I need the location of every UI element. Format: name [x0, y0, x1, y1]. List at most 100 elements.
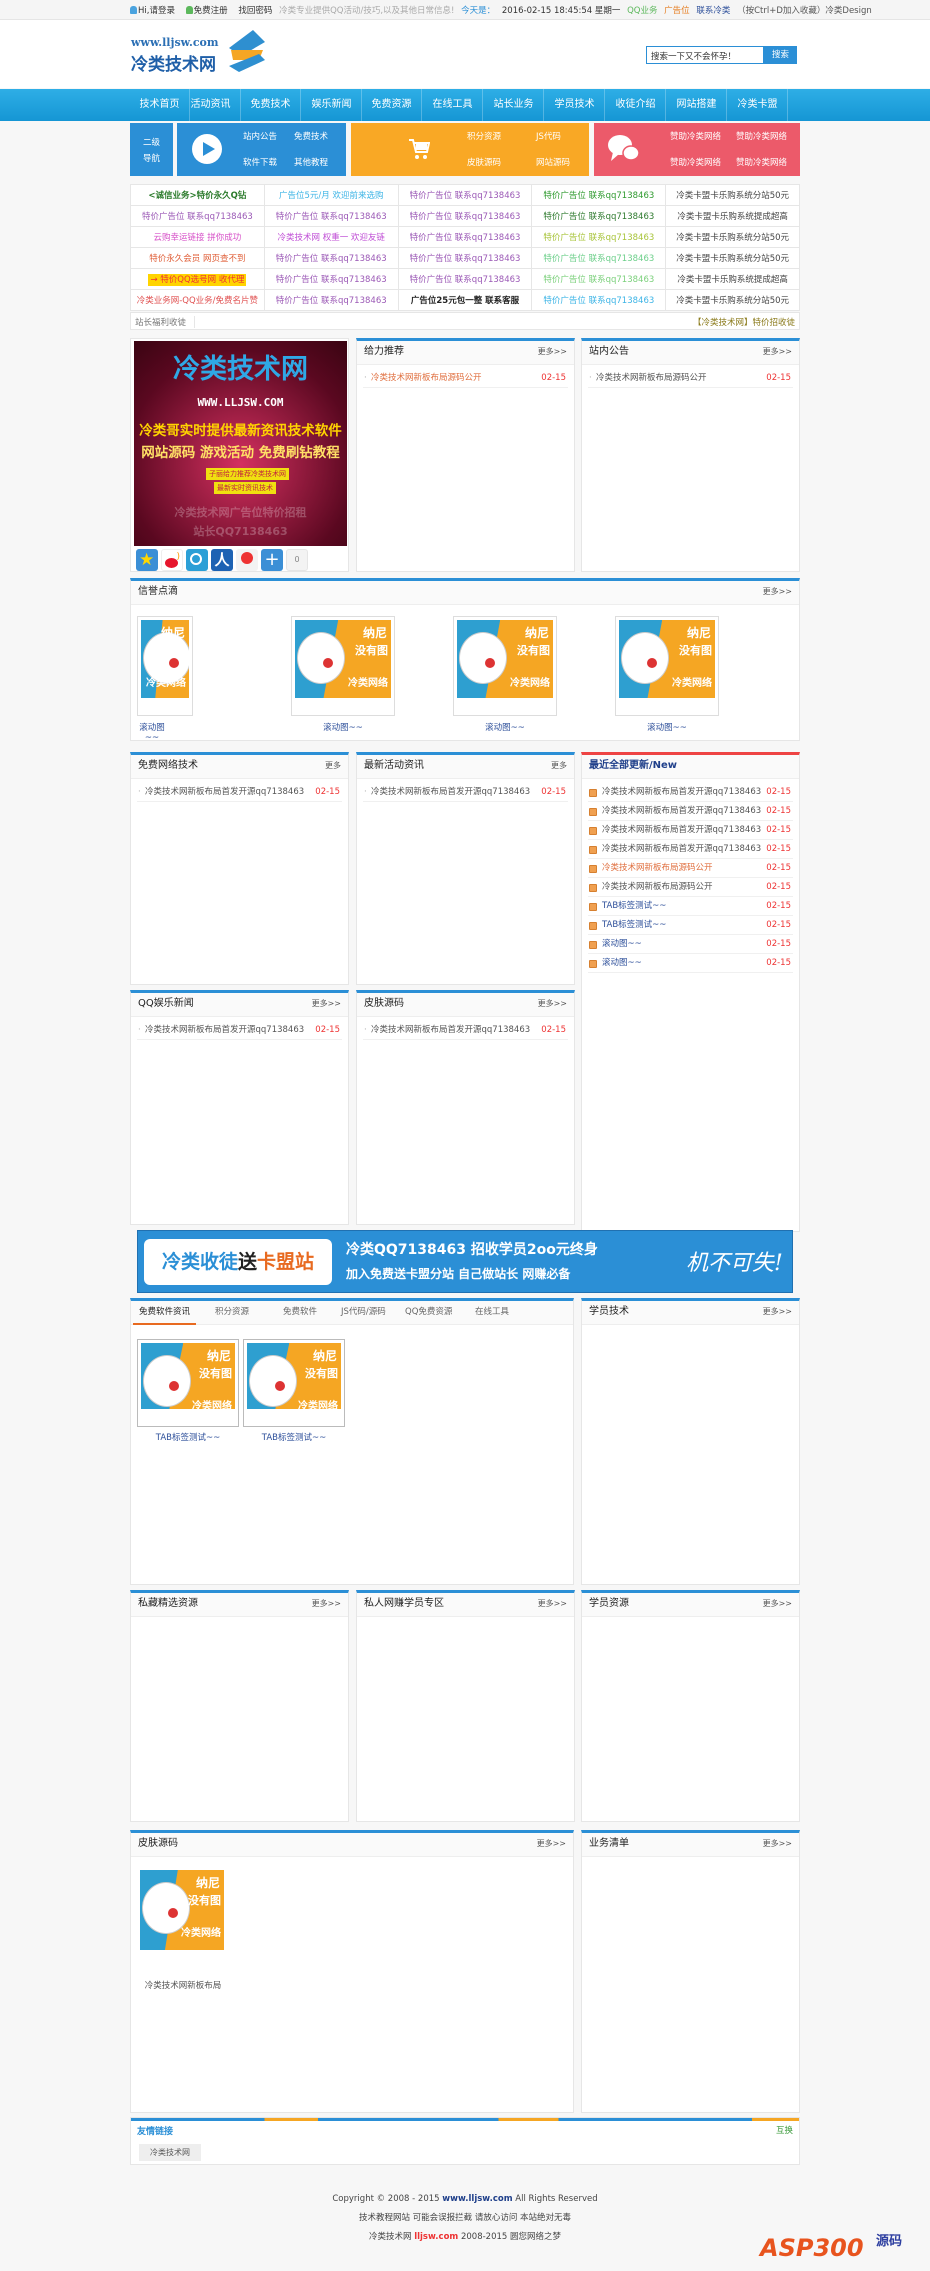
nav-item[interactable]: 活动资讯 [181, 89, 241, 121]
ad-link[interactable]: 云购幸运链接 拼你成功 [130, 226, 265, 248]
nav-item[interactable]: 免费资源 [362, 89, 422, 121]
list-item[interactable]: · 冷类技术网新板布局首发开源qq7138463 02-15 [137, 783, 342, 802]
ad-link[interactable]: 特价广告位 联系qq7138463 [531, 247, 667, 269]
thumbnail-caption[interactable]: 滚动图~~ [453, 721, 557, 733]
more-link[interactable]: 更多>> [763, 1593, 792, 1615]
subnav-link[interactable]: 积分资源 [467, 130, 501, 142]
webmaster-welfare[interactable]: 站长福利收徒 [135, 316, 196, 328]
nav-item[interactable]: 免费技术 [241, 89, 301, 121]
tencent-weibo-icon[interactable] [186, 549, 208, 571]
tab-2[interactable]: 免费软件 [277, 1301, 323, 1323]
nav-item[interactable]: 冷类卡盟 [728, 89, 788, 121]
friend-link-item[interactable]: 冷类技术网 [139, 2144, 201, 2161]
subnav-link[interactable]: 其他教程 [294, 156, 328, 168]
ad-slot-link[interactable]: 广告位 [664, 6, 690, 16]
list-item[interactable]: 冷类技术网新板布局首发开源qq7138463 02-15 [588, 840, 793, 859]
ad-link[interactable]: 特价广告位 联系qq7138463 [263, 205, 399, 227]
qq-business-link[interactable]: QQ业务 [627, 6, 657, 16]
ad-link[interactable]: <诚信业务>特价永久Q钻 [130, 184, 265, 206]
login-link[interactable]: Hi,请登录 [130, 6, 179, 16]
more-link[interactable]: 更多>> [763, 581, 792, 603]
ad-link[interactable]: 冷类卡盟卡乐购系统分站50元 [665, 226, 800, 248]
list-item[interactable]: 滚动图~~ 02-15 [588, 935, 793, 954]
more-link[interactable]: 更多 [551, 755, 567, 777]
more-link[interactable]: 更多>> [312, 1593, 341, 1615]
renren-icon[interactable]: 人 [211, 549, 233, 571]
ad-link[interactable]: 冷类卡盟卡乐购系统分站50元 [665, 289, 800, 311]
scroll-thumbnail[interactable]: 纳尼 没有图 冷类网络 [137, 616, 193, 716]
ad-link[interactable]: 特价广告位 联系qq7138463 [130, 205, 265, 227]
qzone-icon[interactable]: ★ [136, 549, 158, 571]
scroll-thumbnail[interactable]: 纳尼 没有图 冷类网络 [453, 616, 557, 716]
list-item[interactable]: · 冷类技术网新板布局源码公开 02-15 [588, 369, 793, 388]
more-link[interactable]: 更多>> [763, 1301, 792, 1323]
list-item[interactable]: 冷类技术网新板布局源码公开 02-15 [588, 878, 793, 897]
ad-link[interactable]: 冷类卡盟卡乐购系统提成超高 [665, 268, 800, 290]
more-link[interactable]: 更多>> [312, 993, 341, 1015]
subnav-link[interactable]: 赞助冷类网络 [670, 156, 721, 168]
ad-link[interactable]: 特价广告位 联系qq7138463 [263, 268, 399, 290]
footer-site-link[interactable]: www.lljsw.com [442, 2194, 512, 2204]
more-link[interactable]: 更多>> [538, 1593, 567, 1615]
list-item[interactable]: 冷类技术网新板布局首发开源qq7138463 02-15 [588, 821, 793, 840]
footer-domain-link[interactable]: lljsw.com [414, 2232, 458, 2242]
list-item[interactable]: 冷类技术网新板布局首发开源qq7138463 02-15 [588, 802, 793, 821]
more-link[interactable]: 更多 [325, 755, 341, 777]
logo[interactable]: www.lljsw.com 冷类技术网 [131, 36, 219, 75]
thumbnail-caption[interactable]: 滚动图~~ [291, 721, 395, 733]
nav-item[interactable]: 在线工具 [423, 89, 483, 121]
search-button[interactable]: 搜索 [764, 46, 797, 64]
exchange-link[interactable]: 互换 [776, 2124, 793, 2136]
list-item[interactable]: 冷类技术网新板布局首发开源qq7138463 02-15 [588, 783, 793, 802]
ad-link[interactable]: 特价广告位 联系qq7138463 [531, 289, 667, 311]
special-recruit[interactable]: 【冷类技术网】特价招收徒 [693, 316, 795, 328]
ad-link[interactable]: 冷类卡盟卡乐购系统提成超高 [665, 205, 800, 227]
ad-link[interactable]: 特价广告位 联系qq7138463 [531, 226, 667, 248]
thumbnail-caption[interactable]: 滚动图~~ [615, 721, 719, 733]
ad-link[interactable]: 特价广告位 联系qq7138463 [397, 205, 533, 227]
more-share-icon[interactable]: + [261, 549, 283, 571]
tab-thumbnail[interactable]: 纳尼 没有图 冷类网络 [137, 1339, 239, 1427]
ad-link[interactable]: 特价永久会员 网页查不到 [130, 247, 265, 269]
subnav-link[interactable]: 免费技术 [294, 130, 328, 142]
list-item[interactable]: · 冷类技术网新板布局首发开源qq7138463 02-15 [137, 1021, 342, 1040]
find-password-link[interactable]: 找回密码 [238, 6, 272, 16]
thumbnail-caption[interactable]: TAB标签测试~~ [243, 1431, 345, 1443]
ad-link[interactable]: 特价广告位 联系qq7138463 [397, 247, 533, 269]
recruit-ad-banner[interactable]: 冷类收徒送卡盟站 冷类QQ7138463 招收学员2oo元终身 加入免费送卡盟分… [137, 1230, 793, 1293]
subnav-link[interactable]: 赞助冷类网络 [736, 156, 787, 168]
nav-item[interactable]: 收徒介绍 [606, 89, 666, 121]
tab-0[interactable]: 免费软件资讯 [133, 1301, 197, 1325]
subnav-link[interactable]: 软件下载 [243, 156, 277, 168]
subnav-link[interactable]: JS代码 [536, 130, 561, 142]
more-link[interactable]: 更多>> [538, 341, 567, 363]
more-link[interactable]: 更多>> [537, 1833, 566, 1855]
qq-icon[interactable] [236, 549, 258, 571]
scroll-thumbnail[interactable]: 纳尼 没有图 冷类网络 [615, 616, 719, 716]
thumbnail-caption[interactable]: TAB标签测试~~ [137, 1431, 239, 1443]
promo-banner[interactable]: 冷类技术网 WWW.LLJSW.COM 冷类哥实时提供最新资讯技术软件 网站源码… [134, 341, 347, 546]
ad-link[interactable]: 广告位25元包一整 联系客服 [397, 289, 533, 311]
ad-link[interactable]: 特价广告位 联系qq7138463 [531, 205, 667, 227]
list-item[interactable]: · 冷类技术网新板布局源码公开 02-15 [363, 369, 568, 388]
ad-link[interactable]: 冷类卡盟卡乐购系统分站50元 [665, 247, 800, 269]
more-link[interactable]: 更多>> [763, 341, 792, 363]
nav-item[interactable]: 学员技术 [545, 89, 605, 121]
ad-link[interactable]: 特价广告位 联系qq7138463 [263, 247, 399, 269]
list-item[interactable]: 冷类技术网新板布局源码公开 02-15 [588, 859, 793, 878]
more-link[interactable]: 更多>> [763, 1833, 792, 1855]
list-item[interactable]: TAB标签测试~~ 02-15 [588, 897, 793, 916]
search-input[interactable]: 搜索一下又不会怀孕！ [646, 46, 764, 64]
tab-thumbnail[interactable]: 纳尼 没有图 冷类网络 [243, 1339, 345, 1427]
nav-item[interactable]: 站长业务 [484, 89, 544, 121]
subnav-link[interactable]: 网站源码 [536, 156, 570, 168]
thumbnail-caption[interactable]: 滚动图~~ [137, 721, 167, 740]
ad-link[interactable]: 特价广告位 联系qq7138463 [397, 226, 533, 248]
ad-link[interactable]: 特价广告位 联系qq7138463 [531, 184, 667, 206]
nav-item[interactable]: 娱乐新闻 [302, 89, 362, 121]
subnav-link[interactable]: 皮肤源码 [467, 156, 501, 168]
register-link[interactable]: 免费注册 [185, 6, 232, 16]
list-item[interactable]: 滚动图~~ 02-15 [588, 954, 793, 973]
subnav-link[interactable]: 赞助冷类网络 [670, 130, 721, 142]
tab-5[interactable]: 在线工具 [469, 1301, 515, 1323]
